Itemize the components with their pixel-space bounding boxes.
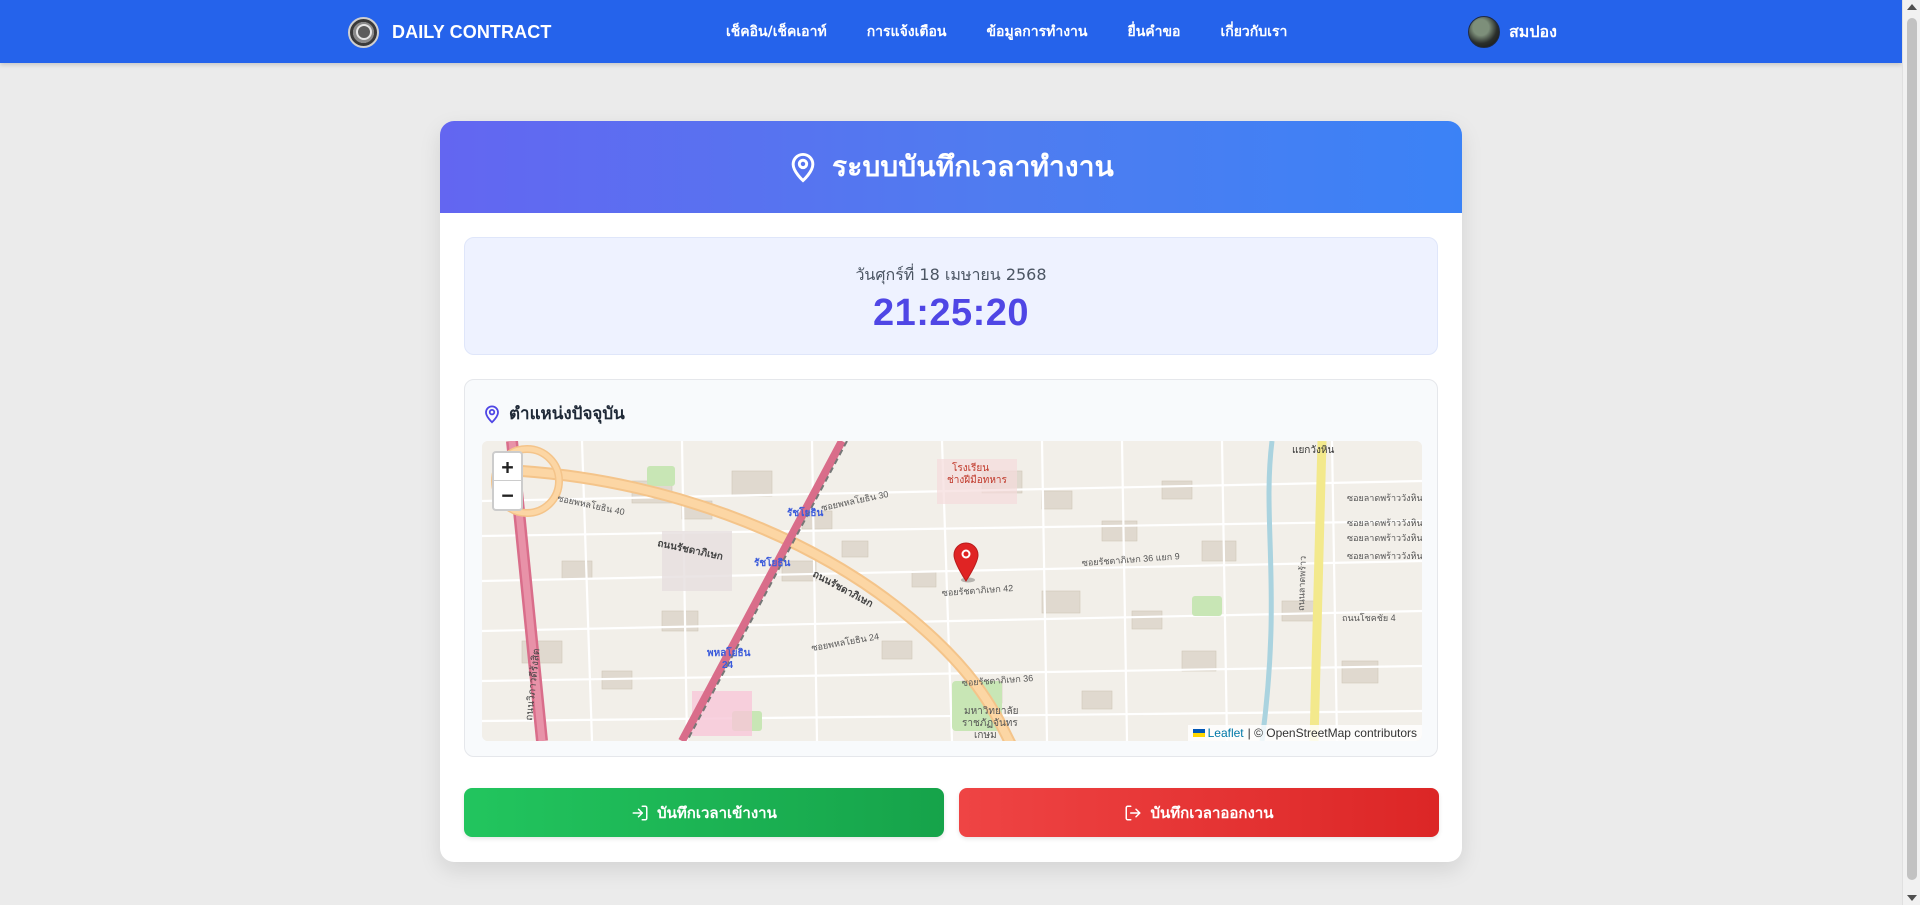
map-label: ซอยลาดพร้าววังหิน 80 — [1347, 493, 1422, 503]
sign-in-icon — [632, 805, 648, 820]
brand[interactable]: DAILY CONTRACT — [348, 16, 551, 48]
nav-item-work-info[interactable]: ข้อมูลการทำงาน — [986, 21, 1087, 43]
nav-item-checkin-checkout[interactable]: เช็คอิน/เช็คเอาท์ — [726, 21, 827, 43]
scroll-thumb[interactable] — [1907, 18, 1917, 880]
card-header: ระบบบันทึกเวลาทำงาน — [440, 121, 1462, 213]
nav-item-about[interactable]: เกี่ยวกับเรา — [1220, 21, 1287, 43]
map-label: พหลโยธิน — [707, 646, 751, 659]
scroll-up-arrow-icon[interactable] — [1907, 4, 1917, 10]
map-label: รัชโยธิน — [787, 506, 823, 519]
location-title: ตำแหน่งปัจจุบัน — [509, 404, 625, 424]
map[interactable]: โรงเรียน ช่างฝีมือทหาร รัชโยธิน รัชโยธิน… — [482, 441, 1422, 741]
map-label: มหาวิทยาลัย — [964, 706, 1018, 717]
map-label: ซอยลาดพร้าววังหิน 74 — [1347, 518, 1422, 528]
map-label: ถนนโชคชัย 4 — [1342, 613, 1396, 623]
location-pin-icon — [485, 404, 499, 423]
map-label: โรงเรียน — [952, 461, 989, 474]
map-label: ซอยลาดพร้าววังหิน 70 — [1347, 551, 1422, 561]
map-label: ช่างฝีมือทหาร — [947, 474, 1008, 486]
check-out-label: บันทึกเวลาออกงาน — [1150, 803, 1274, 822]
map-label: ราชภัฏจันทร — [962, 718, 1018, 729]
brand-logo-icon — [348, 16, 379, 48]
user-name: สมปอง — [1509, 21, 1557, 41]
avatar — [1468, 16, 1500, 48]
nav-item-notifications[interactable]: การแจ้งเตือน — [867, 21, 947, 43]
zoom-out-button[interactable]: − — [494, 481, 521, 509]
check-in-label: บันทึกเวลาเข้างาน — [657, 803, 777, 822]
sign-out-icon — [1125, 805, 1141, 820]
zoom-in-button[interactable]: + — [494, 453, 521, 481]
nav-menu: เช็คอิน/เช็คเอาท์ การแจ้งเตือน ข้อมูลการ… — [726, 0, 1287, 63]
time-attendance-card: ระบบบันทึกเวลาทำงาน วันศุกร์ที่ 18 เมษาย… — [440, 121, 1462, 862]
zoom-control: + − — [492, 451, 523, 511]
check-out-button[interactable]: บันทึกเวลาออกงาน — [959, 788, 1439, 837]
map-label: เกษม — [974, 730, 997, 741]
page-scrollbar[interactable] — [1902, 0, 1920, 905]
osm-attribution: | © OpenStreetMap contributors — [1247, 726, 1417, 740]
brand-name: DAILY CONTRACT — [392, 21, 552, 42]
ukraine-flag-icon — [1192, 729, 1205, 737]
user-menu[interactable]: สมปอง — [1468, 16, 1557, 48]
map-pin-icon — [791, 152, 815, 183]
map-label: รัชโยธิน — [754, 556, 790, 569]
card-title: ระบบบันทึกเวลาทำงาน — [831, 150, 1115, 183]
current-date: วันศุกร์ที่ 18 เมษายน 2568 — [855, 265, 1047, 284]
check-in-button[interactable]: บันทึกเวลาเข้างาน — [464, 788, 944, 837]
map-label: 24 — [722, 660, 734, 671]
map-tiles[interactable]: โรงเรียน ช่างฝีมือทหาร รัชโยธิน รัชโยธิน… — [482, 441, 1422, 741]
nav-item-requests[interactable]: ยื่นคำขอ — [1127, 21, 1180, 43]
navbar: DAILY CONTRACT เช็คอิน/เช็คเอาท์ การแจ้ง… — [0, 0, 1902, 63]
leaflet-link[interactable]: Leaflet — [1208, 726, 1244, 740]
location-panel: ตำแหน่งปัจจุบัน โรงเรียน ช่างฝีมือทหาร ร… — [464, 379, 1438, 757]
current-time: 21:25:20 — [872, 292, 1030, 334]
map-marker-icon[interactable] — [952, 541, 980, 583]
location-header: ตำแหน่งปัจจุบัน — [483, 400, 625, 427]
map-label: ถนนลาดพร้าว — [1296, 556, 1308, 611]
scroll-down-arrow-icon[interactable] — [1907, 895, 1917, 901]
map-label: แยกวังหิน — [1292, 445, 1334, 456]
clock-panel: วันศุกร์ที่ 18 เมษายน 2568 21:25:20 — [464, 237, 1438, 355]
map-attribution: Leaflet | © OpenStreetMap contributors — [1187, 725, 1422, 741]
map-label: ซอยลาดพร้าววังหิน 72 — [1347, 533, 1422, 543]
